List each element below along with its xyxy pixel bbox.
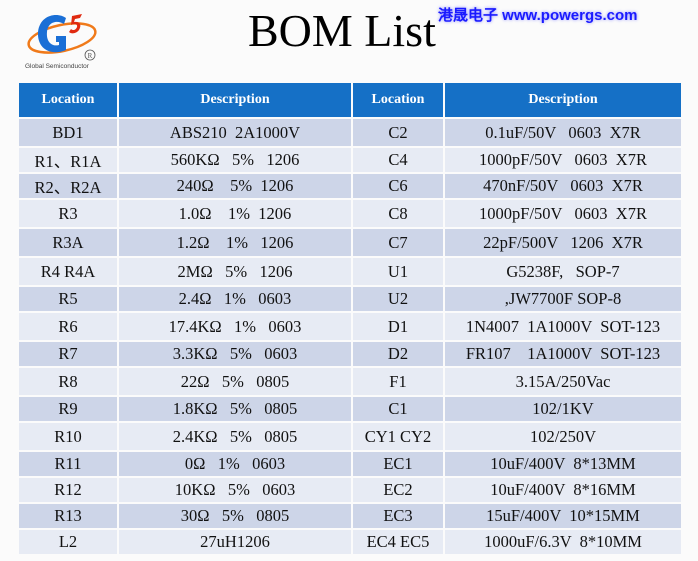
description-cell: 1.2Ω 1% 1206 [119, 229, 351, 256]
description-cell: 102/250V [445, 423, 681, 450]
description-cell: 560KΩ 5% 1206 [119, 148, 351, 172]
location-cell: C2 [353, 119, 443, 146]
location-cell: R13 [19, 504, 117, 528]
description-cell: 30Ω 5% 0805 [119, 504, 351, 528]
location-cell: R2、R2A [19, 174, 117, 198]
location-cell: R11 [19, 452, 117, 476]
bom-table: Location Description Location Descriptio… [17, 81, 683, 556]
bom-table-body: BD1 ABS210 2A1000V C2 0.1uF/50V 0603 X7R R1、… [19, 119, 681, 554]
description-cell: 1000pF/50V 0603 X7R [445, 148, 681, 172]
description-cell: 1.0Ω 1% 1206 [119, 200, 351, 227]
location-cell: BD1 [19, 119, 117, 146]
table-row: R11 0Ω 1% 0603 EC1 10uF/400V 8*13MM [19, 452, 681, 476]
location-cell: C6 [353, 174, 443, 198]
location-cell: D2 [353, 342, 443, 366]
column-header-description: Description [119, 83, 351, 117]
description-cell: 3.3KΩ 5% 0603 [119, 342, 351, 366]
description-cell: 22Ω 5% 0805 [119, 368, 351, 395]
description-cell: 2.4Ω 1% 0603 [119, 287, 351, 311]
svg-text:R: R [88, 52, 93, 60]
description-cell: 240Ω 5% 1206 [119, 174, 351, 198]
location-cell: C7 [353, 229, 443, 256]
table-row: R3A 1.2Ω 1% 1206 C7 22pF/500V 1206 X7R [19, 229, 681, 256]
location-cell: CY1 CY2 [353, 423, 443, 450]
location-cell: U2 [353, 287, 443, 311]
location-cell: L2 [19, 530, 117, 554]
table-row: R5 2.4Ω 1% 0603 U2 ,JW7700F SOP-8 [19, 287, 681, 311]
location-cell: R3 [19, 200, 117, 227]
description-cell: 1N4007 1A1000V SOT-123 [445, 313, 681, 340]
description-cell: 1.8KΩ 5% 0805 [119, 397, 351, 421]
location-cell: D1 [353, 313, 443, 340]
description-cell: 15uF/400V 10*15MM [445, 504, 681, 528]
description-cell: G5238F, SOP-7 [445, 258, 681, 285]
column-header-description: Description [445, 83, 681, 117]
table-row: R10 2.4KΩ 5% 0805 CY1 CY2 102/250V [19, 423, 681, 450]
table-row: L2 27uH1206 EC4 EC5 1000uF/6.3V 8*10MM [19, 530, 681, 554]
description-cell: 2.4KΩ 5% 0805 [119, 423, 351, 450]
table-row: R4 R4A 2MΩ 5% 1206 U1 G5238F, SOP-7 [19, 258, 681, 285]
description-cell: 17.4KΩ 1% 0603 [119, 313, 351, 340]
table-row: R6 17.4KΩ 1% 0603 D1 1N4007 1A1000V SOT-123 [19, 313, 681, 340]
description-cell: 10KΩ 5% 0603 [119, 478, 351, 502]
location-cell: F1 [353, 368, 443, 395]
table-row: R13 30Ω 5% 0805 EC3 15uF/400V 10*15MM [19, 504, 681, 528]
description-cell: FR107 1A1000V SOT-123 [445, 342, 681, 366]
description-cell: 22pF/500V 1206 X7R [445, 229, 681, 256]
description-cell: 0Ω 1% 0603 [119, 452, 351, 476]
description-cell: 102/1KV [445, 397, 681, 421]
description-cell: ABS210 2A1000V [119, 119, 351, 146]
table-row: R1、R1A 560KΩ 5% 1206 C4 1000pF/50V 0603 X7R [19, 148, 681, 172]
description-cell: 1000uF/6.3V 8*10MM [445, 530, 681, 554]
description-cell: 1000pF/50V 0603 X7R [445, 200, 681, 227]
location-cell: R12 [19, 478, 117, 502]
location-cell: R7 [19, 342, 117, 366]
brand-watermark: 港晟电子 www.powergs.com [438, 7, 638, 24]
table-row: R8 22Ω 5% 0805 F1 3.15A/250Vac [19, 368, 681, 395]
table-header-row: Location Description Location Descriptio… [19, 83, 681, 117]
description-cell: 10uF/400V 8*16MM [445, 478, 681, 502]
table-row: R2、R2A 240Ω 5% 1206 C6 470nF/50V 0603 X7R [19, 174, 681, 198]
table-row: R7 3.3KΩ 5% 0603 D2 FR107 1A1000V SOT-123 [19, 342, 681, 366]
location-cell: U1 [353, 258, 443, 285]
table-row: R12 10KΩ 5% 0603 EC2 10uF/400V 8*16MM [19, 478, 681, 502]
description-cell: 3.15A/250Vac [445, 368, 681, 395]
location-cell: R9 [19, 397, 117, 421]
description-cell: 0.1uF/50V 0603 X7R [445, 119, 681, 146]
column-header-location: Location [353, 83, 443, 117]
location-cell: R8 [19, 368, 117, 395]
description-cell: 10uF/400V 8*13MM [445, 452, 681, 476]
location-cell: C1 [353, 397, 443, 421]
location-cell: R6 [19, 313, 117, 340]
description-cell: 27uH1206 [119, 530, 351, 554]
location-cell: EC3 [353, 504, 443, 528]
location-cell: R5 [19, 287, 117, 311]
location-cell: EC1 [353, 452, 443, 476]
column-header-location: Location [19, 83, 117, 117]
location-cell: R3A [19, 229, 117, 256]
table-row: BD1 ABS210 2A1000V C2 0.1uF/50V 0603 X7R [19, 119, 681, 146]
table-row: R9 1.8KΩ 5% 0805 C1 102/1KV [19, 397, 681, 421]
description-cell: 2MΩ 5% 1206 [119, 258, 351, 285]
location-cell: R4 R4A [19, 258, 117, 285]
page-title: BOM List [248, 5, 436, 56]
description-cell: 470nF/50V 0603 X7R [445, 174, 681, 198]
location-cell: EC2 [353, 478, 443, 502]
location-cell: C8 [353, 200, 443, 227]
location-cell: R1、R1A [19, 148, 117, 172]
location-cell: EC4 EC5 [353, 530, 443, 554]
description-cell: ,JW7700F SOP-8 [445, 287, 681, 311]
location-cell: R10 [19, 423, 117, 450]
location-cell: C4 [353, 148, 443, 172]
logo-caption: Global Semiconductor [25, 63, 89, 70]
table-row: R3 1.0Ω 1% 1206 C8 1000pF/50V 0603 X7R [19, 200, 681, 227]
